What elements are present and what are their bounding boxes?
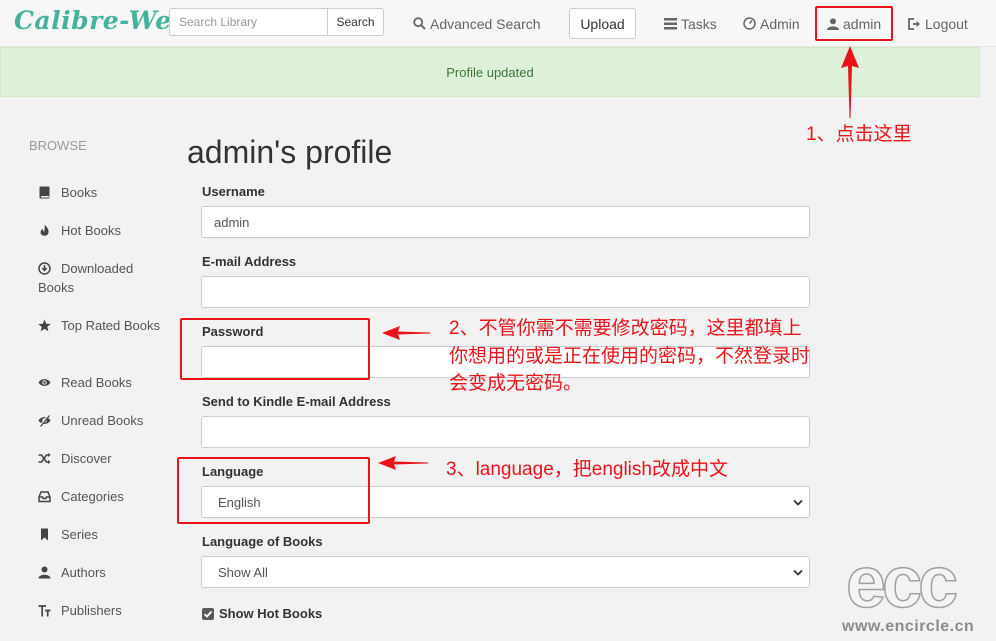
sidebar-item-read-books[interactable]: Read Books [38,373,168,392]
page-title: admin's profile [187,134,393,170]
admin-link[interactable]: Admin [743,0,800,47]
email-label: E-mail Address [202,254,297,269]
app-logo[interactable]: Calibre-Web [14,6,190,35]
logout-label: Logout [925,15,968,32]
highlight-box-language [177,457,370,524]
watermark-url: www.encircle.cn [842,618,975,635]
highlight-box-password [180,318,370,380]
sidebar-item-label: Hot Books [61,223,121,238]
tasks-link[interactable]: Tasks [664,0,717,47]
tasks-icon [664,17,677,29]
sidebar-item-publishers[interactable]: Publishers [38,601,168,620]
user-icon [38,566,51,579]
sidebar-item-label: Downloaded Books [38,261,134,295]
watermark-logo: ecc [845,542,959,624]
username-label: Username [202,184,265,199]
email-input[interactable] [201,276,810,308]
upload-button[interactable]: Upload [569,8,636,39]
annotation-step-2-line-3: 会变成无密码。 [449,373,583,394]
checkmark-icon [203,610,213,618]
books-language-selected-value: Show All [218,564,268,580]
sidebar-item-downloaded-books[interactable]: Downloaded Books [38,259,168,297]
watermark: ecc www.encircle.cn [842,542,982,638]
sidebar-item-label: Authors [61,565,106,580]
sidebar-item-authors[interactable]: Authors [38,563,168,582]
alert-message: Profile updated [446,64,534,80]
inbox-icon [38,491,51,503]
success-alert: Profile updated [0,47,980,97]
highlight-box-admin [815,6,893,41]
advanced-search-link[interactable]: Advanced Search [413,0,541,47]
sidebar-item-label: Publishers [61,603,122,618]
annotation-step-3: 3、language，把english改成中文 [446,459,728,480]
sidebar-item-label: Categories [61,489,124,504]
annotation-step-2-line-2: 你想用的或是正在使用的密码，不然登录时 [449,346,811,367]
book-icon [39,186,50,199]
arrow-left-password [382,326,430,340]
dashboard-icon [743,17,756,30]
star-icon [38,319,51,332]
books-language-select[interactable]: Show All [201,556,810,588]
sidebar-item-label: Discover [61,451,112,466]
sidebar-item-top-rated-books[interactable]: Top Rated Books [38,316,168,335]
text-size-icon [38,605,51,617]
sidebar-item-label: Read Books [61,375,132,390]
kindle-email-label: Send to Kindle E-mail Address [202,394,391,409]
download-icon [38,262,51,275]
sidebar-item-books[interactable]: Books [38,183,168,202]
kindle-email-input[interactable] [201,416,810,448]
sidebar-item-label: Unread Books [61,413,144,428]
advanced-search-label: Advanced Search [430,15,541,32]
admin-link-label: Admin [760,15,800,32]
eye-slash-icon [38,414,51,427]
logout-icon [908,17,920,30]
arrow-left-language [378,456,428,470]
eye-icon [38,379,51,386]
random-icon [38,453,51,464]
bookmark-icon [41,528,48,541]
chevron-down-icon [793,569,803,576]
sidebar-item-hot-books[interactable]: Hot Books [38,221,168,240]
tasks-label: Tasks [681,15,717,32]
show-hot-books-checkbox[interactable] [202,608,214,620]
sidebar-item-series[interactable]: Series [38,525,168,544]
logout-link[interactable]: Logout [908,0,968,47]
sidebar-item-label: Top Rated Books [61,318,161,333]
arrow-up-admin [841,46,859,118]
search-input[interactable] [169,8,328,36]
sidebar-item-categories[interactable]: Categories [38,487,168,506]
search-icon [413,17,426,30]
sidebar-item-label: Books [61,185,98,200]
search-button[interactable]: Search [327,8,384,36]
sidebar-item-discover[interactable]: Discover [38,449,168,468]
browse-heading: BROWSE [29,138,87,153]
show-hot-books-label: Show Hot Books [219,606,323,621]
sidebar-item-label: Series [61,527,98,542]
chevron-down-icon [793,499,803,506]
books-language-label: Language of Books [202,534,323,549]
annotation-step-2-line-1: 2、不管你需不需要修改密码，这里都填上 [449,318,802,339]
fire-icon [40,224,49,236]
username-input[interactable] [201,206,810,238]
sidebar-item-unread-books[interactable]: Unread Books [38,411,168,430]
annotation-step-1: 1、点击这里 [806,124,912,145]
